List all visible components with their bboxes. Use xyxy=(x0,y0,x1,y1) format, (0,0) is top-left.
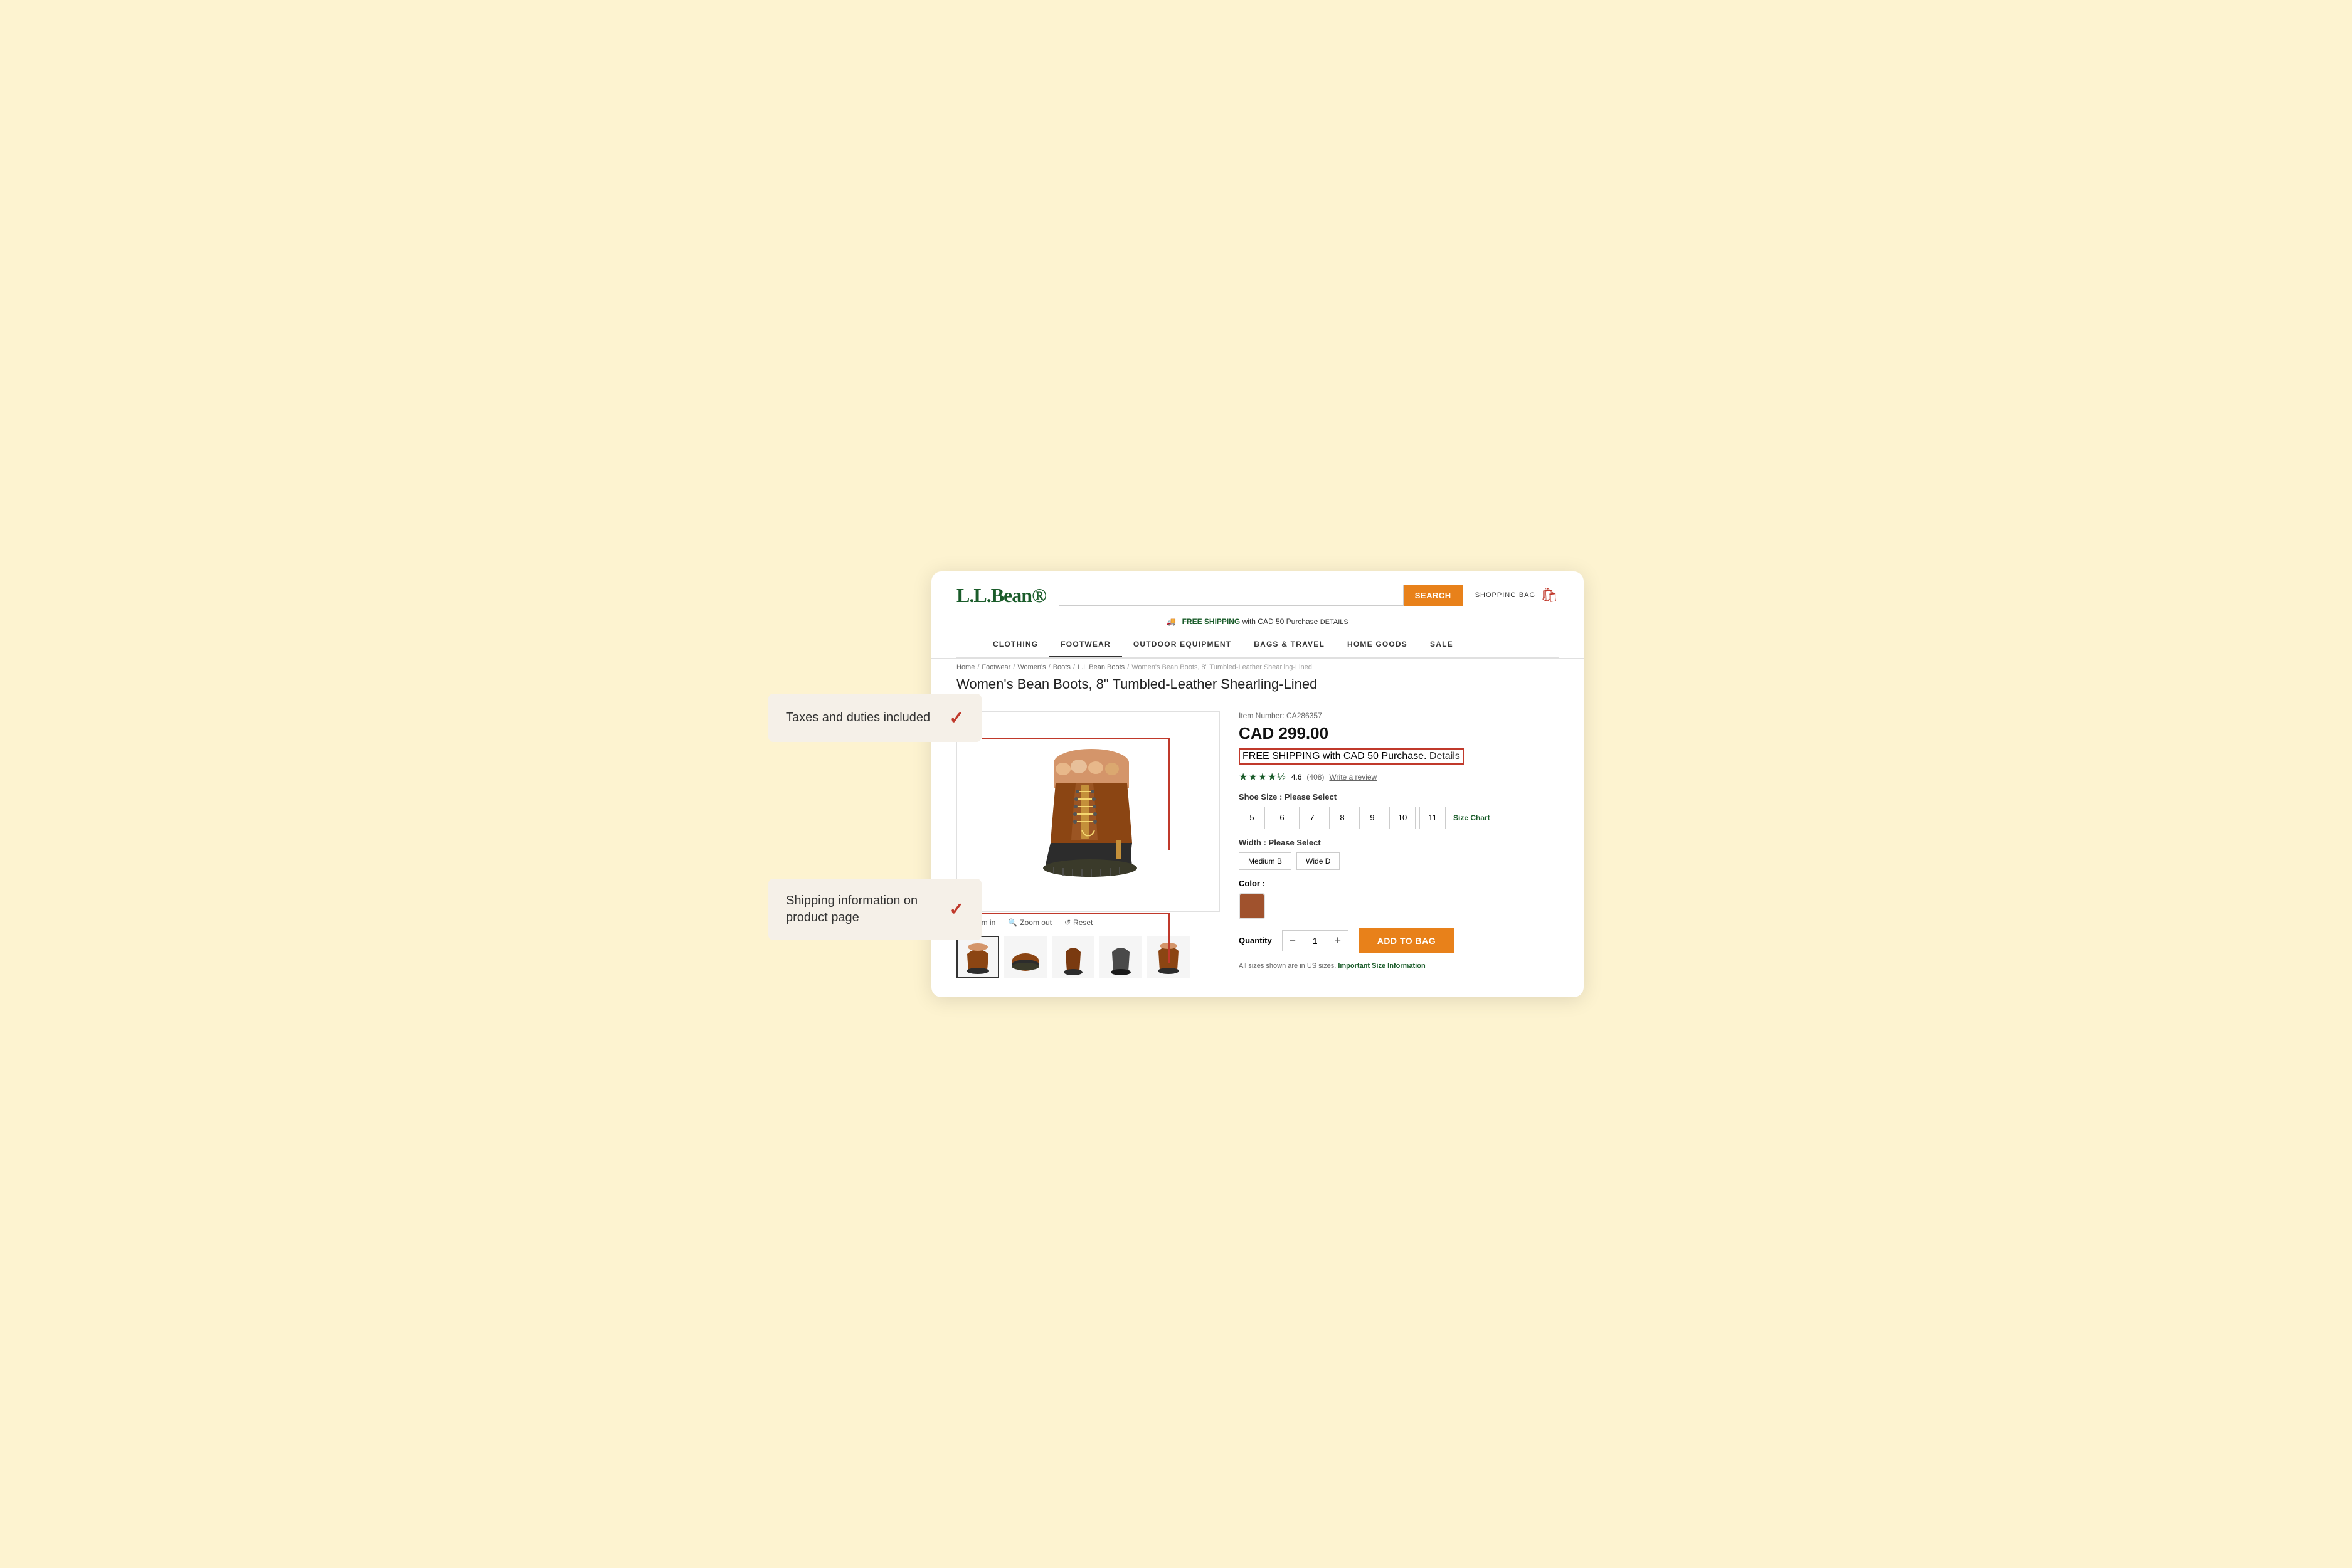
product-area: 🔍 Zoom in 🔍 Zoom out ↺ Reset xyxy=(931,699,1584,997)
quantity-label: Quantity xyxy=(1239,936,1272,945)
quantity-row: Quantity − + ADD TO BAG xyxy=(1239,928,1559,953)
nav-item-bags[interactable]: BAGS & TRAVEL xyxy=(1242,632,1336,657)
thumbnail-4[interactable] xyxy=(1099,936,1142,978)
shopping-bag-button[interactable]: SHOPPING BAG 🛍 xyxy=(1475,587,1559,603)
nav-item-outdoor[interactable]: OUTDOOR EQUIPMENT xyxy=(1122,632,1242,657)
size-chart-link[interactable]: Size Chart xyxy=(1453,813,1490,822)
zoom-out-icon: 🔍 xyxy=(1008,918,1017,927)
taxes-annotation-card: Taxes and duties included ✓ xyxy=(768,694,982,742)
width-label: Width : Please Select xyxy=(1239,838,1559,847)
product-card: L.L.Bean® SEARCH SHOPPING BAG 🛍 🚚 FREE S… xyxy=(931,571,1584,997)
breadcrumb: Home / Footwear / Women's / Boots / L.L.… xyxy=(931,659,1584,676)
rating-value: 4.6 xyxy=(1291,773,1302,781)
shopping-bag-icon: 🛍 xyxy=(1540,587,1559,603)
nav-item-homegoods[interactable]: HOME GOODS xyxy=(1336,632,1419,657)
size-6[interactable]: 6 xyxy=(1269,807,1295,829)
taxes-line-v xyxy=(1168,738,1170,850)
breadcrumb-llbean-boots[interactable]: L.L.Bean Boots xyxy=(1078,664,1125,671)
size-info-note: All sizes shown are in US sizes. Importa… xyxy=(1239,962,1559,970)
shipping-check-icon: ✓ xyxy=(950,899,964,919)
write-review-link[interactable]: Write a review xyxy=(1329,773,1377,781)
free-shipping-label: FREE SHIPPING xyxy=(1182,617,1241,626)
page-wrapper: Taxes and duties included ✓ Shipping inf… xyxy=(768,571,1584,997)
annotation-area: Taxes and duties included ✓ Shipping inf… xyxy=(768,571,1007,997)
quantity-increase[interactable]: + xyxy=(1328,931,1348,951)
rating-row: ★★★★½ 4.6 (408) Write a review xyxy=(1239,771,1559,783)
review-count: (408) xyxy=(1306,773,1324,781)
boot-main-image xyxy=(1000,724,1176,899)
reset-icon: ↺ xyxy=(1064,918,1071,927)
product-details: Item Number: CA286357 CAD 299.00 FREE SH… xyxy=(1220,711,1559,978)
color-swatch[interactable] xyxy=(1239,893,1265,919)
size-5[interactable]: 5 xyxy=(1239,807,1265,829)
breadcrumb-womens[interactable]: Women's xyxy=(1017,664,1046,671)
width-medium-b[interactable]: Medium B xyxy=(1239,852,1291,870)
taxes-line-h xyxy=(982,738,1170,739)
shipping-note-box: FREE SHIPPING with CAD 50 Purchase. Deta… xyxy=(1239,748,1464,765)
add-to-bag-button[interactable]: ADD TO BAG xyxy=(1359,928,1454,953)
product-title: Women's Bean Boots, 8" Tumbled-Leather S… xyxy=(931,676,1584,699)
breadcrumb-current: Women's Bean Boots, 8" Tumbled-Leather S… xyxy=(1131,664,1312,671)
width-wide-d[interactable]: Wide D xyxy=(1296,852,1340,870)
color-label: Color : xyxy=(1239,879,1559,888)
search-button[interactable]: SEARCH xyxy=(1404,585,1463,606)
taxes-annotation-text: Taxes and duties included xyxy=(786,709,930,726)
product-price: CAD 299.00 xyxy=(1239,724,1559,743)
free-shipping-details-link[interactable]: DETAILS xyxy=(1320,618,1348,626)
shipping-annotation-card: Shipping information on product page ✓ xyxy=(768,879,982,940)
shipping-details-link[interactable]: Details xyxy=(1429,751,1460,761)
shipping-annotation-text: Shipping information on product page xyxy=(786,893,940,926)
free-shipping-bar: 🚚 FREE SHIPPING with CAD 50 Purchase DET… xyxy=(956,613,1559,632)
taxes-check-icon: ✓ xyxy=(950,707,964,728)
truck-icon: 🚚 xyxy=(1167,617,1176,626)
size-10[interactable]: 10 xyxy=(1389,807,1416,829)
width-options: Medium B Wide D xyxy=(1239,852,1559,870)
site-header: L.L.Bean® SEARCH SHOPPING BAG 🛍 🚚 FREE S… xyxy=(931,571,1584,659)
size-7[interactable]: 7 xyxy=(1299,807,1325,829)
header-top: L.L.Bean® SEARCH SHOPPING BAG 🛍 xyxy=(956,584,1559,607)
zoom-out-control[interactable]: 🔍 Zoom out xyxy=(1008,918,1052,927)
search-input[interactable] xyxy=(1059,585,1404,606)
search-wrapper: SEARCH xyxy=(1059,585,1463,606)
quantity-input[interactable] xyxy=(1303,936,1328,946)
nav-item-sale[interactable]: SALE xyxy=(1419,632,1465,657)
size-11[interactable]: 11 xyxy=(1419,807,1446,829)
quantity-decrease[interactable]: − xyxy=(1283,931,1303,951)
size-8[interactable]: 8 xyxy=(1329,807,1355,829)
star-rating: ★★★★½ xyxy=(1239,771,1286,783)
site-nav: CLOTHING FOOTWEAR OUTDOOR EQUIPMENT BAGS… xyxy=(956,632,1559,658)
quantity-control: − + xyxy=(1282,930,1348,951)
shoe-size-label: Shoe Size : Please Select xyxy=(1239,792,1559,802)
shopping-bag-label: SHOPPING BAG xyxy=(1475,591,1535,599)
shipping-line-h xyxy=(982,913,1170,914)
shipping-line-v xyxy=(1168,913,1170,963)
free-shipping-detail: with CAD 50 Purchase xyxy=(1242,617,1318,626)
size-options: 5 6 7 8 9 10 11 Size Chart xyxy=(1239,807,1559,829)
thumbnail-3[interactable] xyxy=(1052,936,1094,978)
reset-control[interactable]: ↺ Reset xyxy=(1064,918,1093,927)
breadcrumb-boots[interactable]: Boots xyxy=(1053,664,1071,671)
item-number: Item Number: CA286357 xyxy=(1239,711,1559,720)
size-9[interactable]: 9 xyxy=(1359,807,1385,829)
nav-item-footwear[interactable]: FOOTWEAR xyxy=(1049,632,1122,657)
thumbnail-2[interactable] xyxy=(1004,936,1047,978)
shipping-note-text: FREE SHIPPING with CAD 50 Purchase. xyxy=(1242,751,1426,761)
important-size-info-link[interactable]: Important Size Information xyxy=(1338,962,1425,970)
